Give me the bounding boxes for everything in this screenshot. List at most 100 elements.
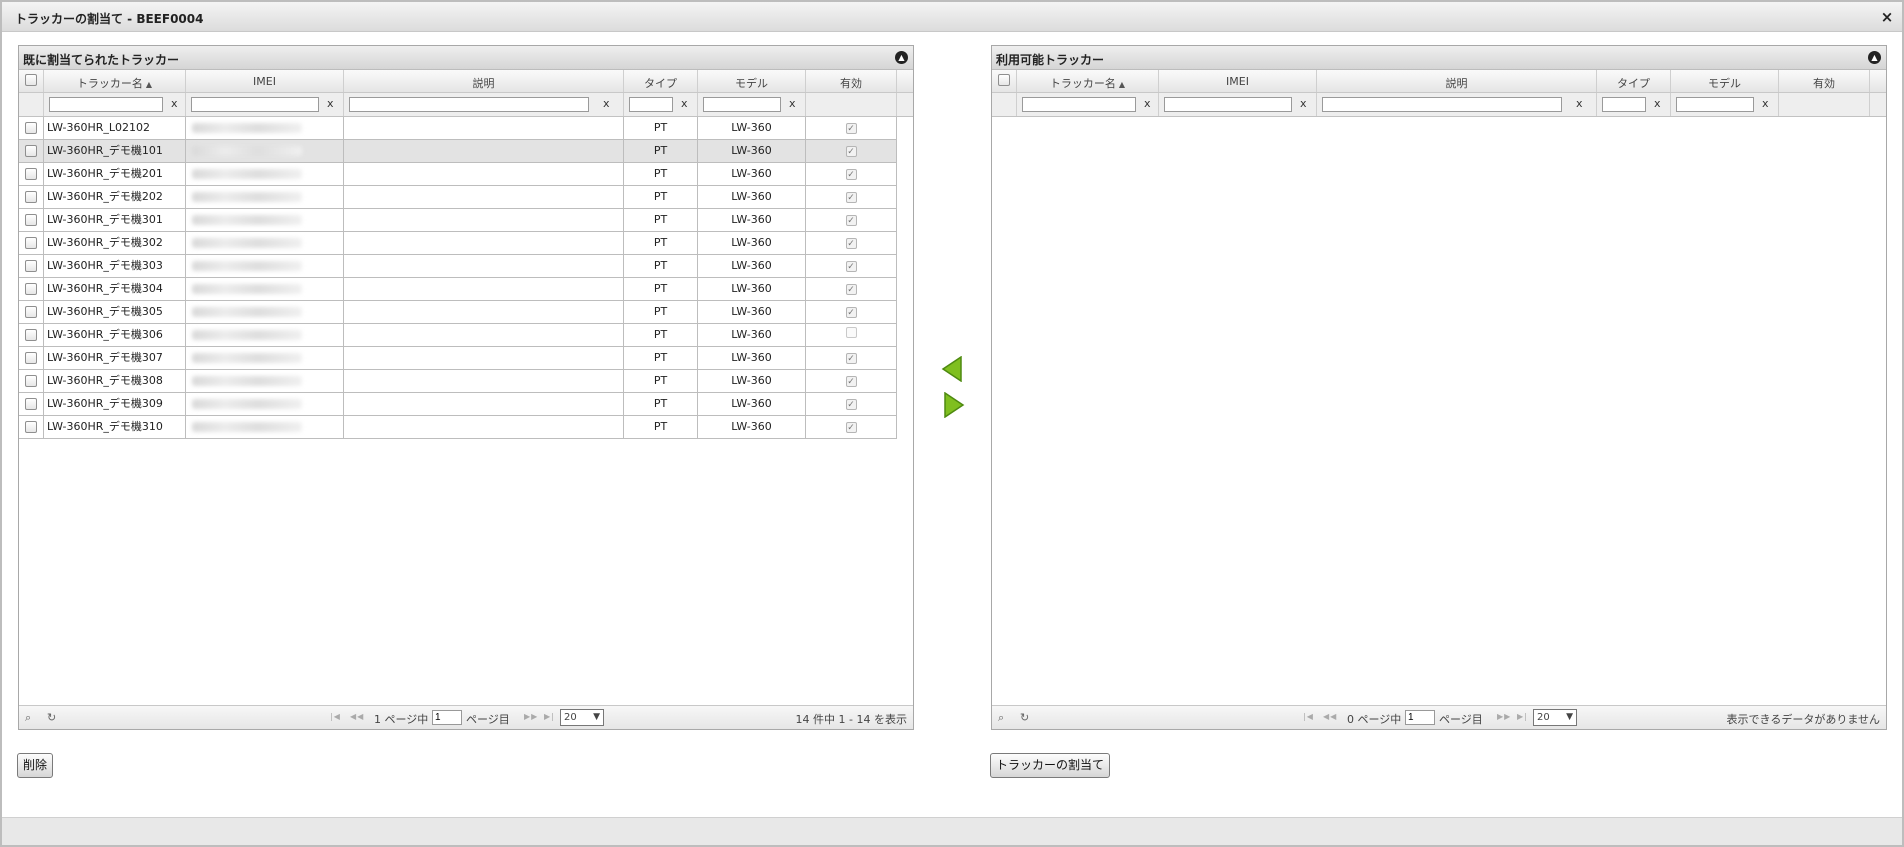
row-checkbox[interactable]: [25, 283, 37, 295]
header-description[interactable]: 説明: [1317, 70, 1597, 92]
tracker-name-cell: LW-360HR_デモ機307: [44, 347, 186, 370]
imei-cell: [186, 278, 344, 301]
header-enabled[interactable]: 有効: [806, 70, 897, 92]
description-cell: [344, 255, 624, 278]
filter-row: x x x x x: [992, 93, 1886, 117]
type-cell: PT: [624, 347, 698, 370]
first-page-icon[interactable]: |◀: [330, 712, 341, 721]
filter-model-input[interactable]: [1676, 97, 1754, 112]
row-checkbox[interactable]: [25, 306, 37, 318]
header-type[interactable]: タイプ: [1597, 70, 1671, 92]
collapse-icon[interactable]: ▲: [1868, 51, 1881, 64]
table-row[interactable]: LW-360HR_デモ機301 PT LW-360 ✓: [19, 209, 897, 232]
page-number-input[interactable]: [1405, 710, 1435, 725]
row-checkbox[interactable]: [25, 421, 37, 433]
row-checkbox[interactable]: [25, 260, 37, 272]
refresh-icon[interactable]: ↻: [47, 711, 56, 724]
prev-page-icon[interactable]: ◀◀: [350, 712, 364, 721]
table-row[interactable]: LW-360HR_デモ機310 PT LW-360 ✓: [19, 416, 897, 439]
select-all-checkbox[interactable]: [25, 74, 37, 86]
header-name[interactable]: トラッカー名 ▲: [44, 70, 186, 92]
filter-description-input[interactable]: [1322, 97, 1562, 112]
search-icon[interactable]: ⌕: [998, 711, 1004, 725]
clear-filter-type[interactable]: x: [1654, 97, 1661, 110]
table-row[interactable]: LW-360HR_デモ機202 PT LW-360 ✓: [19, 186, 897, 209]
select-all-checkbox[interactable]: [998, 74, 1010, 86]
type-cell: PT: [624, 209, 698, 232]
clear-filter-description[interactable]: x: [603, 97, 610, 110]
table-row[interactable]: LW-360HR_デモ機101 PT LW-360 ✓: [19, 140, 897, 163]
table-row[interactable]: LW-360HR_デモ機302 PT LW-360 ✓: [19, 232, 897, 255]
clear-filter-imei[interactable]: x: [327, 97, 334, 110]
filter-name-input[interactable]: [49, 97, 163, 112]
arrow-left-icon[interactable]: [941, 356, 963, 382]
table-row[interactable]: LW-360HR_デモ機309 PT LW-360 ✓: [19, 393, 897, 416]
rows-per-page-select[interactable]: 20 ▼: [560, 709, 604, 726]
clear-filter-imei[interactable]: x: [1300, 97, 1307, 110]
row-checkbox[interactable]: [25, 398, 37, 410]
row-checkbox[interactable]: [25, 145, 37, 157]
table-row[interactable]: LW-360HR_デモ機306 PT LW-360: [19, 324, 897, 347]
header-model[interactable]: モデル: [1671, 70, 1779, 92]
prev-page-icon[interactable]: ◀◀: [1323, 712, 1337, 721]
clear-filter-name[interactable]: x: [1144, 97, 1151, 110]
filter-imei-input[interactable]: [1164, 97, 1292, 112]
filter-name-input[interactable]: [1022, 97, 1136, 112]
search-icon[interactable]: ⌕: [25, 711, 31, 725]
header-model[interactable]: モデル: [698, 70, 806, 92]
tracker-name-cell: LW-360HR_デモ機306: [44, 324, 186, 347]
row-checkbox[interactable]: [25, 375, 37, 387]
page-prefix: 0 ページ中: [1347, 713, 1402, 726]
delete-button[interactable]: 削除: [17, 753, 54, 778]
dialog-titlebar[interactable]: トラッカーの割当て - BEEF0004 ×: [2, 2, 1902, 32]
row-checkbox[interactable]: [25, 168, 37, 180]
enabled-cell: ✓: [806, 301, 897, 324]
header-imei[interactable]: IMEI: [1159, 70, 1317, 92]
rows-per-page-select[interactable]: 20 ▼: [1533, 709, 1577, 726]
type-cell: PT: [624, 416, 698, 439]
filter-model-input[interactable]: [703, 97, 781, 112]
table-row[interactable]: LW-360HR_デモ機307 PT LW-360 ✓: [19, 347, 897, 370]
header-enabled[interactable]: 有効: [1779, 70, 1870, 92]
header-imei[interactable]: IMEI: [186, 70, 344, 92]
filter-imei-input[interactable]: [191, 97, 319, 112]
table-row[interactable]: LW-360HR_デモ機201 PT LW-360 ✓: [19, 163, 897, 186]
header-description[interactable]: 説明: [344, 70, 624, 92]
table-row[interactable]: LW-360HR_デモ機308 PT LW-360 ✓: [19, 370, 897, 393]
clear-filter-description[interactable]: x: [1576, 97, 1583, 110]
next-page-icon[interactable]: ▶▶: [524, 712, 538, 721]
row-checkbox[interactable]: [25, 214, 37, 226]
row-checkbox[interactable]: [25, 237, 37, 249]
clear-filter-type[interactable]: x: [681, 97, 688, 110]
enabled-checkbox: ✓: [845, 123, 857, 134]
filter-description-input[interactable]: [349, 97, 589, 112]
row-select-cell: [19, 393, 44, 416]
table-row[interactable]: LW-360HR_デモ機304 PT LW-360 ✓: [19, 278, 897, 301]
refresh-icon[interactable]: ↻: [1020, 711, 1029, 724]
table-row[interactable]: LW-360HR_L02102 PT LW-360 ✓: [19, 117, 897, 140]
page-number-input[interactable]: [432, 710, 462, 725]
row-checkbox[interactable]: [25, 191, 37, 203]
assign-tracker-button[interactable]: トラッカーの割当て: [990, 753, 1111, 778]
table-row[interactable]: LW-360HR_デモ機303 PT LW-360 ✓: [19, 255, 897, 278]
assigned-rows: LW-360HR_L02102 PT LW-360 ✓ LW-360HR_デモ機101 P…: [19, 117, 897, 439]
row-checkbox[interactable]: [25, 352, 37, 364]
row-checkbox[interactable]: [25, 122, 37, 134]
filter-type-input[interactable]: [1602, 97, 1646, 112]
first-page-icon[interactable]: |◀: [1303, 712, 1314, 721]
close-icon[interactable]: ×: [1878, 8, 1896, 26]
arrow-right-icon[interactable]: [943, 392, 965, 418]
filter-type-input[interactable]: [629, 97, 673, 112]
clear-filter-model[interactable]: x: [1762, 97, 1769, 110]
table-row[interactable]: LW-360HR_デモ機305 PT LW-360 ✓: [19, 301, 897, 324]
header-type[interactable]: タイプ: [624, 70, 698, 92]
collapse-icon[interactable]: ▲: [895, 51, 908, 64]
clear-filter-name[interactable]: x: [171, 97, 178, 110]
last-page-icon[interactable]: ▶|: [544, 712, 555, 721]
next-page-icon[interactable]: ▶▶: [1497, 712, 1511, 721]
last-page-icon[interactable]: ▶|: [1517, 712, 1528, 721]
model-cell: LW-360: [698, 370, 806, 393]
header-name[interactable]: トラッカー名 ▲: [1017, 70, 1159, 92]
clear-filter-model[interactable]: x: [789, 97, 796, 110]
row-checkbox[interactable]: [25, 329, 37, 341]
